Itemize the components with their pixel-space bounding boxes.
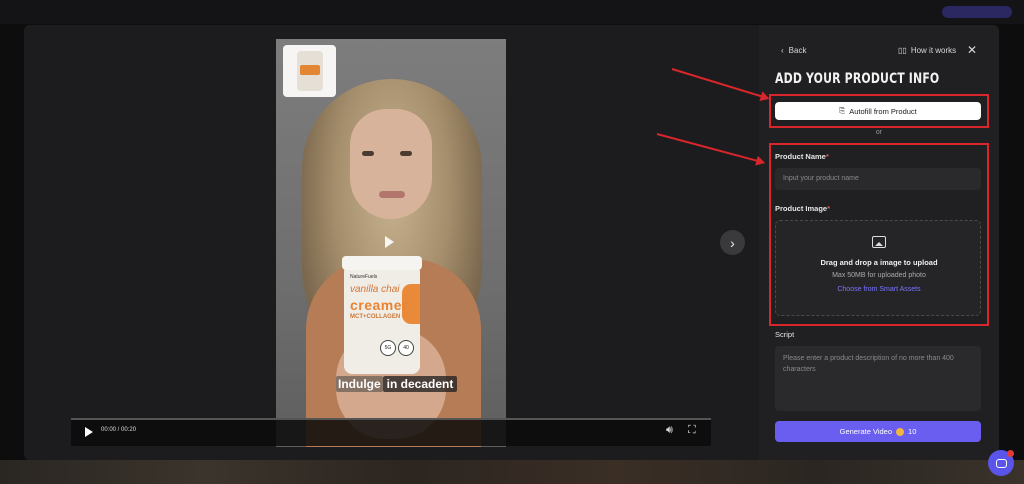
fullscreen-icon[interactable]: ⛶: [688, 424, 696, 437]
chevron-right-icon: ›: [730, 234, 735, 251]
jar-brand: NatureFuels: [350, 274, 378, 280]
video-preview-area: NatureFuels vanilla chai creamer MCT+COL…: [24, 25, 759, 460]
panel-title: ADD YOUR PRODUCT INFO: [775, 71, 940, 87]
close-icon[interactable]: ✕: [967, 43, 977, 57]
next-video-button[interactable]: ›: [720, 230, 745, 255]
video-player[interactable]: NatureFuels vanilla chai creamer MCT+COL…: [276, 39, 506, 447]
highlight-product-form: [769, 143, 989, 326]
notification-dot: [1007, 450, 1014, 457]
video-controls: 00:00 / 00:20 🔊︎ ⛶: [71, 418, 711, 446]
script-textarea[interactable]: Please enter a product description of no…: [775, 346, 981, 411]
jar-flavor: vanilla chai: [350, 284, 400, 295]
background-header: [0, 0, 1024, 24]
product-jar: NatureFuels vanilla chai creamer MCT+COL…: [342, 256, 422, 374]
back-button[interactable]: ‹ Back: [781, 46, 806, 55]
highlight-autofill: [769, 94, 989, 128]
how-it-works-link[interactable]: ▯▯ How it works: [898, 46, 956, 55]
play-overlay-icon[interactable]: [385, 236, 394, 248]
play-icon[interactable]: [85, 427, 93, 437]
time-readout: 00:00 / 00:20: [101, 427, 137, 433]
video-caption: Indulge in decadent: [336, 376, 458, 392]
chat-support-button[interactable]: [988, 450, 1014, 476]
chevron-left-icon: ‹: [781, 46, 784, 55]
book-icon: ▯▯: [898, 46, 907, 55]
jar-badge: 5G: [380, 340, 396, 356]
script-label: Script: [775, 330, 795, 339]
background-thumbnails: [0, 460, 1024, 484]
volume-icon[interactable]: 🔊︎: [666, 424, 673, 437]
jar-subtitle: MCT+COLLAGEN: [350, 314, 401, 320]
jar-badge: 40: [398, 340, 414, 356]
background-button: [942, 6, 1012, 18]
coin-icon: [896, 427, 905, 436]
progress-bar[interactable]: [71, 418, 711, 420]
generate-video-button[interactable]: Generate Video 10: [775, 421, 981, 442]
chat-icon: [995, 458, 1007, 468]
product-thumbnail[interactable]: [283, 45, 336, 97]
or-divider: or: [875, 129, 883, 136]
jar-product: creamer: [350, 297, 408, 313]
presenter-face: [350, 109, 432, 219]
